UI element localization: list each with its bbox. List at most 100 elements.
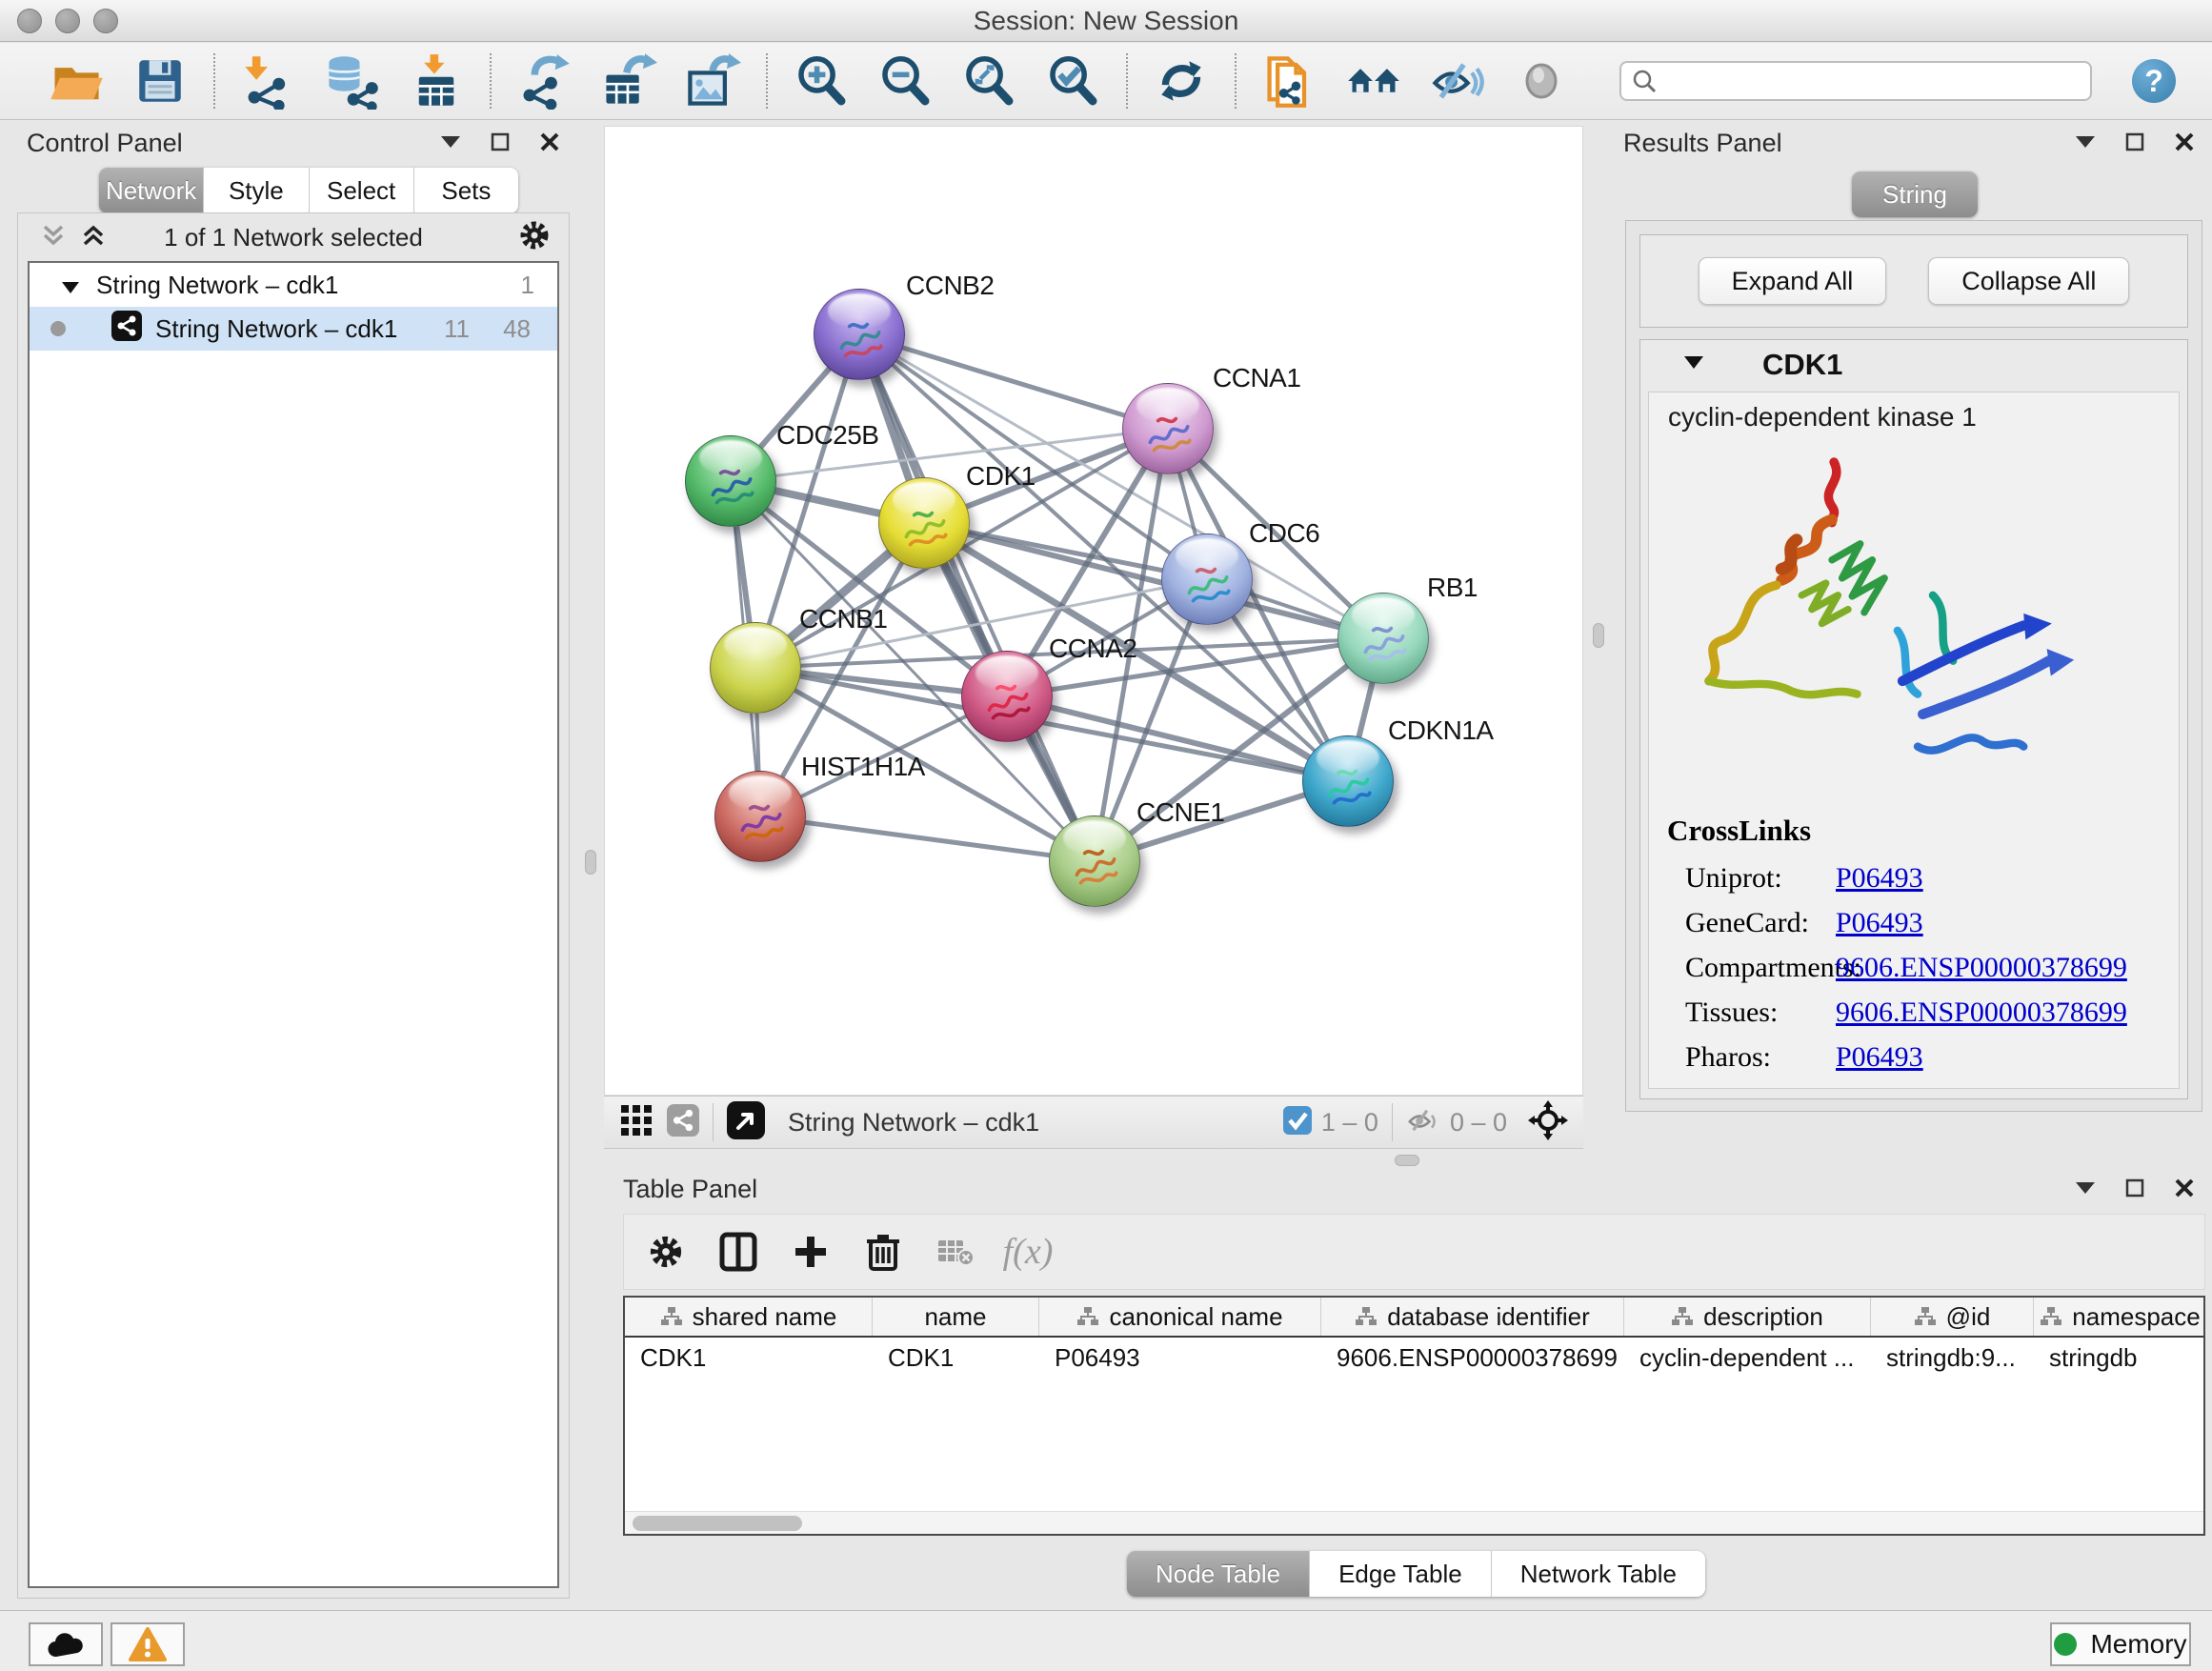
close-panel-icon[interactable] <box>2172 130 2197 154</box>
zoom-fit-button[interactable] <box>957 50 1020 112</box>
crosslink-value-link[interactable]: P06493 <box>1836 1041 1923 1074</box>
network-edge-hist1h1a-ccne1[interactable] <box>760 816 1095 861</box>
cell-name[interactable]: CDK1 <box>873 1338 1039 1378</box>
column-header--id[interactable]: @id <box>1871 1298 2034 1336</box>
float-panel-icon[interactable] <box>2122 1176 2147 1200</box>
export-network-button[interactable] <box>513 50 576 112</box>
hidden-elements-eye-slash-icon[interactable] <box>1406 1103 1440 1142</box>
grid-view-icon[interactable] <box>621 1105 652 1140</box>
cell-canonical-name[interactable]: P06493 <box>1039 1338 1321 1378</box>
cell--id[interactable]: stringdb:9... <box>1871 1338 2034 1378</box>
cell-database-identifier[interactable]: 9606.ENSP00000378699 <box>1321 1338 1624 1378</box>
tab-network-table[interactable]: Network Table <box>1491 1551 1705 1597</box>
right-splitter-handle[interactable] <box>1593 623 1604 648</box>
hide-panel-button[interactable] <box>1426 50 1489 112</box>
help-button[interactable]: ? <box>2132 59 2176 103</box>
crosslink-value-link[interactable]: 9606.ENSP00000378699 <box>1836 952 2127 984</box>
left-splitter-handle[interactable] <box>585 850 596 875</box>
tab-style[interactable]: Style <box>203 168 308 213</box>
delete-column-trash-icon[interactable] <box>853 1221 914 1282</box>
apply-layout-button[interactable] <box>1150 50 1213 112</box>
tab-edge-table[interactable]: Edge Table <box>1309 1551 1491 1597</box>
zoom-window-icon[interactable] <box>93 9 118 33</box>
network-node-cdk1[interactable] <box>878 477 970 569</box>
zoom-out-button[interactable] <box>874 50 936 112</box>
import-network-from-database-button[interactable] <box>321 50 384 112</box>
column-header-canonical-name[interactable]: canonical name <box>1039 1298 1321 1336</box>
network-edge-ccnb2-ccna1[interactable] <box>859 334 1168 429</box>
network-node-cdc25b[interactable] <box>685 435 776 527</box>
save-session-button[interactable] <box>129 50 191 112</box>
tab-string[interactable]: String <box>1852 171 1978 217</box>
section-disclosure-icon[interactable] <box>1684 356 1703 373</box>
tab-network[interactable]: Network <box>99 168 203 213</box>
node-label-ccnb1: CCNB1 <box>799 604 887 634</box>
collapse-panel-icon[interactable] <box>2073 1176 2098 1200</box>
column-header-database-identifier[interactable]: database identifier <box>1321 1298 1624 1336</box>
float-panel-icon[interactable] <box>488 130 513 154</box>
string-protein-query-button[interactable] <box>1342 50 1405 112</box>
network-node-hist1h1a[interactable] <box>714 771 806 862</box>
crosslink-value-link[interactable]: 9606.ENSP00000378699 <box>1836 997 2127 1029</box>
import-network-file-button[interactable] <box>237 50 300 112</box>
table-horizontal-scrollbar[interactable] <box>625 1511 2203 1534</box>
tab-sets[interactable]: Sets <box>413 168 518 213</box>
cloud-status-button[interactable] <box>29 1622 103 1666</box>
close-panel-icon[interactable] <box>2172 1176 2197 1200</box>
scrollbar-thumb[interactable] <box>633 1516 802 1531</box>
network-node-ccnb2[interactable] <box>814 289 905 380</box>
create-column-plus-icon[interactable] <box>780 1221 841 1282</box>
network-view-share-icon[interactable] <box>667 1104 699 1141</box>
table-options-gear-icon[interactable] <box>635 1221 696 1282</box>
expand-all-button[interactable]: Expand All <box>1699 257 1887 305</box>
crosslink-value-link[interactable]: P06493 <box>1836 907 1923 939</box>
tab-select[interactable]: Select <box>309 168 413 213</box>
collapse-panel-icon[interactable] <box>438 130 463 154</box>
float-panel-icon[interactable] <box>2122 130 2147 154</box>
birds-eye-view-icon[interactable] <box>727 1101 765 1144</box>
column-header-shared-name[interactable]: shared name <box>625 1298 873 1336</box>
cell-namespace[interactable]: stringdb <box>2034 1338 2205 1378</box>
selected-nodes-checkbox-icon[interactable] <box>1283 1106 1312 1139</box>
cell-description[interactable]: cyclin-dependent ... <box>1624 1338 1871 1378</box>
crosslink-value-link[interactable]: P06493 <box>1836 862 1923 895</box>
network-options-gear-icon[interactable] <box>517 218 552 257</box>
collapse-all-button[interactable]: Collapse All <box>1928 257 2129 305</box>
export-image-button[interactable] <box>681 50 744 112</box>
network-node-ccna2[interactable] <box>961 651 1053 742</box>
network-view-canvas[interactable]: CCNB2CCNA1CDC25BCDK1CDC6RB1CCNB1CCNA2CDK… <box>604 126 1583 1096</box>
table-row[interactable]: CDK1CDK1P064939606.ENSP00000378699cyclin… <box>625 1338 2203 1378</box>
show-columns-icon[interactable] <box>708 1221 769 1282</box>
bottom-splitter-handle[interactable] <box>1395 1155 1419 1166</box>
network-edge-ccnb2-ccne1[interactable] <box>859 334 1095 861</box>
network-node-ccnb1[interactable] <box>710 622 801 714</box>
zoom-in-button[interactable] <box>790 50 853 112</box>
collapse-panel-icon[interactable] <box>2073 130 2098 154</box>
cell-shared-name[interactable]: CDK1 <box>625 1338 873 1378</box>
collection-disclosure-icon[interactable] <box>62 271 79 300</box>
open-session-button[interactable] <box>45 50 108 112</box>
tab-node-table[interactable]: Node Table <box>1127 1551 1309 1597</box>
column-header-description[interactable]: description <box>1624 1298 1871 1336</box>
fit-selected-crosshair-icon[interactable] <box>1528 1100 1568 1145</box>
network-from-file-button[interactable] <box>1258 50 1321 112</box>
import-table-button[interactable] <box>405 50 468 112</box>
show-panel-button[interactable] <box>1510 50 1573 112</box>
network-collection-row[interactable]: String Network – cdk1 1 <box>30 263 557 307</box>
search-input[interactable] <box>1619 61 2092 101</box>
export-table-button[interactable] <box>597 50 660 112</box>
column-header-namespace[interactable]: namespace <box>2034 1298 2205 1336</box>
network-node-ccna1[interactable] <box>1122 383 1214 474</box>
minimize-window-icon[interactable] <box>55 9 80 33</box>
close-window-icon[interactable] <box>17 9 42 33</box>
network-node-rb1[interactable] <box>1337 593 1429 684</box>
network-node-cdkn1a[interactable] <box>1302 735 1394 827</box>
close-panel-icon[interactable] <box>537 130 562 154</box>
network-node-cdc6[interactable] <box>1161 534 1253 625</box>
network-row-selected[interactable]: String Network – cdk1 11 48 <box>30 307 557 351</box>
column-header-name[interactable]: name <box>873 1298 1039 1336</box>
zoom-selected-button[interactable] <box>1041 50 1104 112</box>
memory-button[interactable]: Memory <box>2050 1622 2191 1666</box>
warnings-button[interactable] <box>111 1622 185 1666</box>
network-node-ccne1[interactable] <box>1049 815 1140 907</box>
